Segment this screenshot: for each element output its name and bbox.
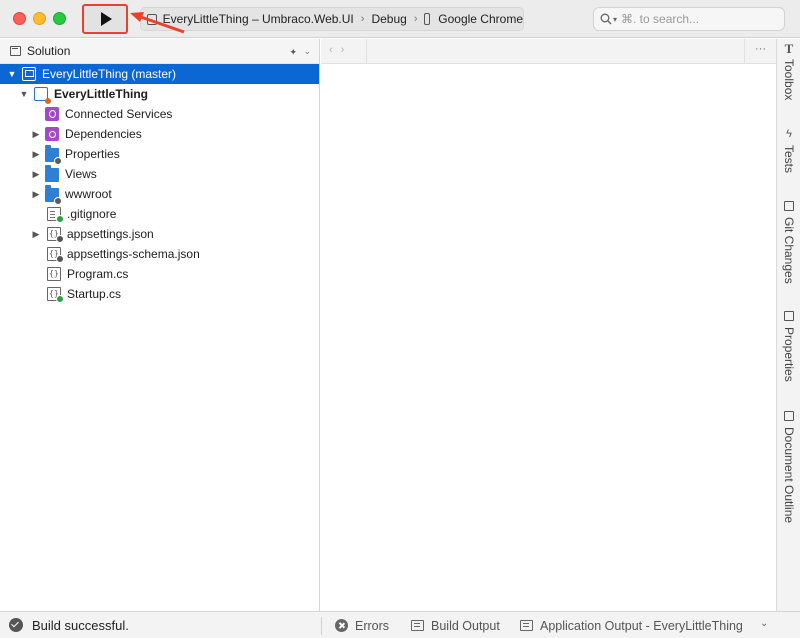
- tree-item-label: wwwroot: [65, 187, 112, 201]
- project-icon: [34, 87, 51, 104]
- tree-item-program-cs[interactable]: Program.cs: [0, 264, 319, 284]
- folder-icon: [45, 185, 62, 205]
- folder-icon: [45, 145, 62, 165]
- tree-item-label: Program.cs: [67, 267, 129, 281]
- cs-file-icon: [47, 287, 64, 303]
- dependencies-icon: [45, 127, 59, 141]
- search-box[interactable]: ▾: [593, 7, 785, 31]
- json-file-icon: [47, 227, 64, 243]
- application-output-pad-button[interactable]: Application Output - EveryLittleThing: [520, 612, 743, 638]
- tree-item-label: Dependencies: [65, 127, 142, 141]
- lightning-icon: ϟ: [786, 128, 792, 140]
- search-input[interactable]: [621, 12, 772, 26]
- more-options-icon[interactable]: ···: [744, 39, 776, 64]
- tree-item-appsettings-schema-json[interactable]: appsettings-schema.json: [0, 244, 319, 264]
- tree-item-label: appsettings-schema.json: [67, 247, 200, 261]
- editor-area[interactable]: [321, 64, 776, 611]
- editor-tab-bar: ‹› ···: [321, 39, 776, 64]
- expand-arrow-icon[interactable]: ▶: [30, 149, 42, 160]
- solution-pane-header: Solution ✦ ⌄: [0, 39, 319, 64]
- file-icon: [47, 207, 64, 223]
- chevron-down-icon[interactable]: ⌄: [303, 46, 311, 57]
- tree-item-label: Connected Services: [65, 107, 173, 121]
- tab-properties[interactable]: Properties: [777, 311, 800, 382]
- tree-item-appsettings-json[interactable]: ▶ appsettings.json: [0, 224, 319, 244]
- solution-icon: [22, 67, 36, 81]
- tab-toolbox[interactable]: T Toolbox: [777, 41, 800, 100]
- tree-item-label: appsettings.json: [67, 227, 154, 241]
- errors-pad-button[interactable]: Errors: [335, 612, 389, 638]
- config-target[interactable]: Google Chrome: [438, 12, 523, 26]
- status-bar: Build successful. Errors Build Output Ap…: [0, 611, 800, 638]
- tree-item-label: EveryLittleThing: [54, 87, 149, 101]
- chevron-down-icon: ▾: [613, 14, 618, 24]
- expand-arrow-icon[interactable]: ▼: [18, 89, 30, 99]
- solution-pane-icon: [10, 46, 21, 56]
- checkmark-icon: [9, 618, 23, 632]
- errors-label: Errors: [355, 618, 390, 633]
- config-mode[interactable]: Debug: [371, 12, 406, 26]
- expand-arrow-icon[interactable]: ▶: [30, 129, 42, 140]
- connected-services-icon: [45, 107, 59, 121]
- chevron-right-icon: ›: [413, 13, 418, 25]
- play-icon: [101, 12, 112, 26]
- build-status-message: Build successful.: [32, 618, 129, 633]
- expand-arrow-icon[interactable]: ▶: [30, 169, 42, 180]
- folder-icon: [45, 165, 59, 182]
- tree-item-label: Views: [65, 167, 97, 181]
- tree-item-wwwroot[interactable]: ▶ wwwroot: [0, 184, 319, 205]
- expand-arrow-icon[interactable]: ▶: [30, 189, 42, 200]
- right-sidebar: T Toolbox ϟ Tests Git Changes Properties…: [776, 39, 800, 611]
- error-icon: [335, 619, 348, 632]
- properties-icon: [784, 311, 794, 321]
- tree-item-label: Startup.cs: [67, 287, 122, 301]
- tree-item-solution-root[interactable]: ▼ EveryLittleThing (master): [0, 64, 319, 84]
- document-outline-icon: [784, 411, 794, 421]
- expand-arrow-icon[interactable]: ▶: [30, 229, 42, 240]
- application-output-label: Application Output - EveryLittleThing: [540, 618, 743, 633]
- json-file-icon: [47, 247, 64, 263]
- tab-tests[interactable]: ϟ Tests: [777, 128, 800, 174]
- solution-tree: ▼ EveryLittleThing (master) ▼ EveryLittl…: [0, 64, 319, 304]
- window-toolbar: EveryLittleThing – Umbraco.Web.UI › Debu…: [0, 0, 800, 38]
- build-output-pad-button[interactable]: Build Output: [411, 612, 500, 638]
- navigate-back-forward-icon[interactable]: ‹›: [329, 44, 352, 56]
- cs-file-icon: [47, 267, 61, 281]
- run-configuration-selector[interactable]: EveryLittleThing – Umbraco.Web.UI › Debu…: [140, 7, 524, 31]
- tree-item-label: EveryLittleThing (master): [42, 67, 177, 81]
- tree-item-dependencies[interactable]: ▶ Dependencies: [0, 124, 319, 144]
- tree-item-project[interactable]: ▼ EveryLittleThing: [0, 84, 319, 104]
- annotation-arrow: [130, 12, 185, 34]
- run-button[interactable]: [82, 4, 128, 34]
- solution-pane-title: Solution: [27, 44, 71, 58]
- search-icon: [600, 13, 612, 25]
- output-icon: [411, 620, 424, 631]
- output-icon: [520, 620, 533, 631]
- tree-item-label: .gitignore: [67, 207, 117, 221]
- toolbox-icon: T: [784, 41, 794, 56]
- maximize-window-button[interactable]: [53, 12, 66, 25]
- tree-item-label: Properties: [65, 147, 120, 161]
- minimize-window-button[interactable]: [33, 12, 46, 25]
- tab-document-outline[interactable]: Document Outline: [777, 411, 800, 523]
- git-changes-icon: [784, 201, 794, 211]
- pin-icon[interactable]: ✦: [289, 47, 297, 58]
- tree-item-views[interactable]: ▶ Views: [0, 164, 319, 184]
- build-output-label: Build Output: [431, 618, 500, 633]
- expand-arrow-icon[interactable]: ▼: [6, 69, 18, 79]
- device-icon: [424, 13, 431, 25]
- solution-pane: Solution ✦ ⌄ ▼ EveryLittleThing (master)…: [0, 39, 320, 611]
- chevron-down-icon[interactable]: ⌄: [760, 618, 768, 629]
- chevron-right-icon: ›: [360, 13, 365, 25]
- close-window-button[interactable]: [13, 12, 26, 25]
- tree-item-properties[interactable]: ▶ Properties: [0, 144, 319, 165]
- config-project[interactable]: EveryLittleThing – Umbraco.Web.UI: [163, 12, 354, 26]
- tab-git-changes[interactable]: Git Changes: [777, 201, 800, 284]
- tree-item-startup-cs[interactable]: Startup.cs: [0, 284, 319, 304]
- tree-item-connected-services[interactable]: Connected Services: [0, 104, 319, 124]
- tree-item-gitignore[interactable]: .gitignore: [0, 204, 319, 224]
